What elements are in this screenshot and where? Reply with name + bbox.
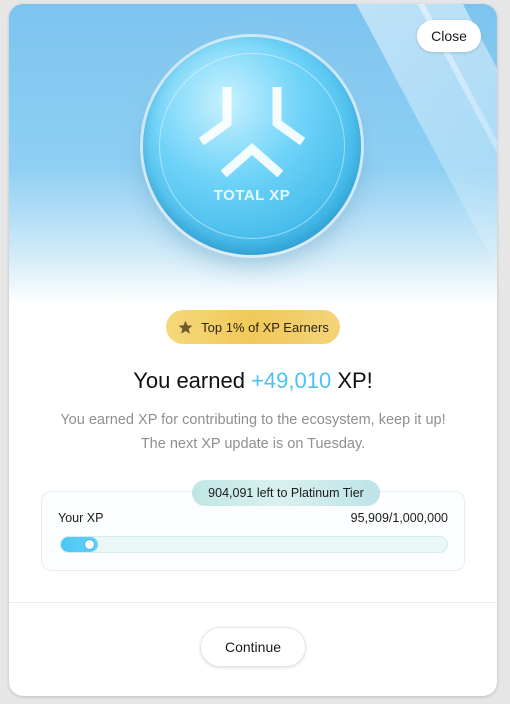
- xp-earned-amount: +49,010: [251, 368, 332, 393]
- headline-suffix: XP!: [331, 368, 373, 393]
- description-line-1: You earned XP for contributing to the ec…: [60, 412, 446, 428]
- earned-headline: You earned +49,010 XP!: [9, 368, 497, 394]
- continue-button[interactable]: Continue: [200, 627, 306, 667]
- top-earners-badge: Top 1% of XP Earners: [166, 310, 340, 344]
- star-icon: [178, 320, 193, 334]
- description-line-2: The next XP update is on Tuesday.: [140, 436, 366, 452]
- xp-progress-track: [60, 536, 448, 553]
- xp-earned-modal: TOTAL XP Close Top 1% of XP Earners You …: [9, 4, 497, 696]
- description-text: You earned XP for contributing to the ec…: [9, 408, 497, 456]
- badge-label: Top 1% of XP Earners: [201, 319, 329, 335]
- xp-progress-card: 904,091 left to Platinum Tier Your XP 95…: [41, 480, 465, 571]
- footer-divider: [9, 602, 497, 603]
- xp-progress-knob: [84, 538, 95, 550]
- tier-remaining-pill: 904,091 left to Platinum Tier: [192, 480, 380, 506]
- close-button[interactable]: Close: [417, 20, 481, 52]
- total-xp-coin: TOTAL XP: [143, 37, 361, 255]
- hero-banner: TOTAL XP Close: [9, 4, 497, 304]
- xp-count: 95,909/1,000,000: [350, 511, 448, 525]
- headline-prefix: You earned: [133, 368, 252, 393]
- coin-label: TOTAL XP: [213, 187, 291, 204]
- your-xp-label: Your XP: [58, 511, 104, 525]
- xp-logo-icon: [198, 87, 306, 177]
